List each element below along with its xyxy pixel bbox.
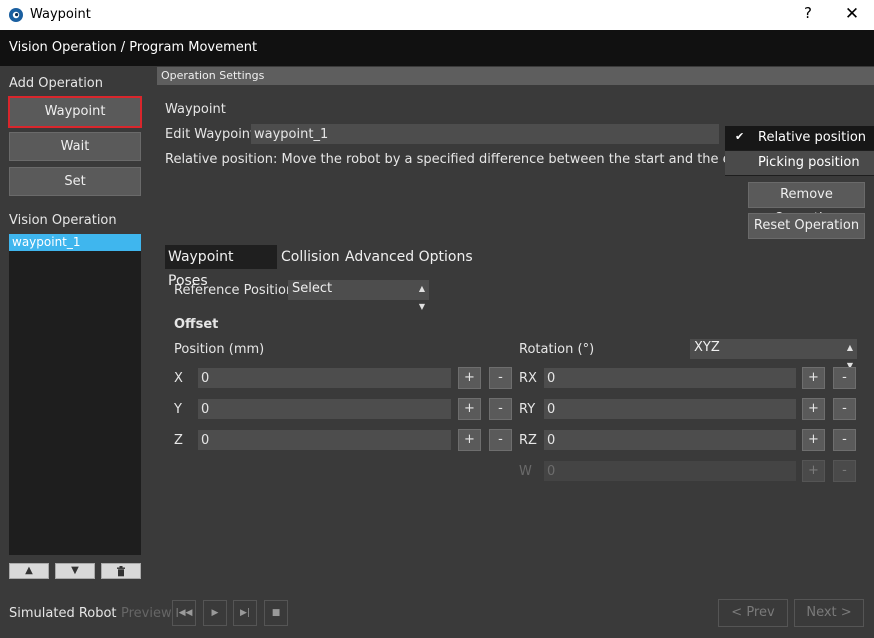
trash-icon xyxy=(117,566,125,577)
reset-operation-button[interactable]: Reset Operation xyxy=(748,213,865,239)
rotation-label: Rotation (°) xyxy=(519,342,595,357)
waypoint-name-input[interactable] xyxy=(251,124,719,144)
ry-increment-button[interactable]: + xyxy=(802,398,825,420)
y-decrement-button[interactable]: - xyxy=(489,398,512,420)
w-rotation-input xyxy=(544,461,796,481)
rx-increment-button[interactable]: + xyxy=(802,367,825,389)
x-axis-label: X xyxy=(174,371,183,386)
z-increment-button[interactable]: + xyxy=(458,429,481,451)
ry-rotation-input[interactable] xyxy=(544,399,796,419)
y-axis-label: Y xyxy=(174,402,182,417)
rz-decrement-button[interactable]: - xyxy=(833,429,856,451)
mode-description: Relative position: Move the robot by a s… xyxy=(165,152,725,167)
eye-icon xyxy=(9,8,23,22)
skip-to-start-button[interactable]: |◀◀ xyxy=(172,600,196,626)
operation-settings-header: Operation Settings xyxy=(157,67,874,85)
prev-button[interactable]: < Prev xyxy=(718,599,788,627)
position-mode-dropdown[interactable]: ✔ Relative position Picking position xyxy=(725,126,874,176)
rx-axis-label: RX xyxy=(519,371,537,386)
vision-operation-label: Vision Operation xyxy=(9,213,117,228)
ry-axis-label: RY xyxy=(519,402,536,417)
reference-position-label: Reference Position xyxy=(174,283,295,298)
breadcrumb: Vision Operation / Program Movement xyxy=(9,40,258,55)
reference-position-select[interactable]: Select ▲ ▼ xyxy=(288,280,429,311)
add-wait-button[interactable]: Wait xyxy=(9,132,141,161)
operation-list[interactable]: waypoint_1 xyxy=(9,234,141,555)
rz-axis-label: RZ xyxy=(519,433,537,448)
rx-decrement-button[interactable]: - xyxy=(833,367,856,389)
step-forward-button[interactable]: ▶| xyxy=(233,600,257,626)
offset-title: Offset xyxy=(174,317,219,332)
simulated-robot-label: Simulated Robot xyxy=(9,606,117,621)
tab-collision[interactable]: Collision xyxy=(281,245,340,269)
add-set-button[interactable]: Set xyxy=(9,167,141,196)
y-increment-button[interactable]: + xyxy=(458,398,481,420)
rotation-order-select[interactable]: XYZ ▲ ▼ xyxy=(690,339,857,370)
list-item[interactable]: waypoint_1 xyxy=(9,234,141,251)
add-operation-label: Add Operation xyxy=(9,76,103,91)
operation-type-label: Waypoint xyxy=(165,102,226,117)
option-picking-position[interactable]: Picking position xyxy=(725,151,874,175)
window-title: Waypoint xyxy=(30,7,91,22)
tab-advanced-options[interactable]: Advanced Options xyxy=(345,245,473,269)
z-decrement-button[interactable]: - xyxy=(489,429,512,451)
check-icon: ✔ xyxy=(735,130,745,143)
x-increment-button[interactable]: + xyxy=(458,367,481,389)
page-header: Vision Operation / Program Movement xyxy=(0,30,874,66)
preview-label: Preview xyxy=(121,606,172,621)
section-title: Operation Settings xyxy=(161,69,265,82)
x-position-input[interactable] xyxy=(198,368,451,388)
help-button[interactable]: ? xyxy=(800,4,816,24)
rz-increment-button[interactable]: + xyxy=(802,429,825,451)
tab-waypoint-poses[interactable]: Waypoint Poses xyxy=(165,245,277,289)
ry-decrement-button[interactable]: - xyxy=(833,398,856,420)
rz-rotation-input[interactable] xyxy=(544,430,796,450)
w-increment-button: + xyxy=(802,460,825,482)
play-button[interactable]: ▶ xyxy=(203,600,227,626)
delete-operation-button[interactable] xyxy=(101,563,141,579)
move-up-button[interactable]: ▲ xyxy=(9,563,49,579)
updown-arrow-icon: ▲ ▼ xyxy=(418,284,425,311)
z-position-input[interactable] xyxy=(198,430,451,450)
x-decrement-button[interactable]: - xyxy=(489,367,512,389)
w-axis-label: W xyxy=(519,464,532,479)
remove-operation-button[interactable]: Remove Operation xyxy=(748,182,865,226)
z-axis-label: Z xyxy=(174,433,183,448)
edit-waypoint-label: Edit Waypoint xyxy=(165,127,256,142)
y-position-input[interactable] xyxy=(198,399,451,419)
stop-button[interactable]: ■ xyxy=(264,600,288,626)
rx-rotation-input[interactable] xyxy=(544,368,796,388)
option-relative-position[interactable]: ✔ Relative position xyxy=(725,126,874,150)
position-label: Position (mm) xyxy=(174,342,265,357)
window-titlebar: Waypoint ? ✕ xyxy=(0,0,874,30)
next-button[interactable]: Next > xyxy=(794,599,864,627)
add-waypoint-button[interactable]: Waypoint xyxy=(8,96,142,128)
move-down-button[interactable]: ▼ xyxy=(55,563,95,579)
w-decrement-button: - xyxy=(833,460,856,482)
close-button[interactable]: ✕ xyxy=(843,4,861,24)
